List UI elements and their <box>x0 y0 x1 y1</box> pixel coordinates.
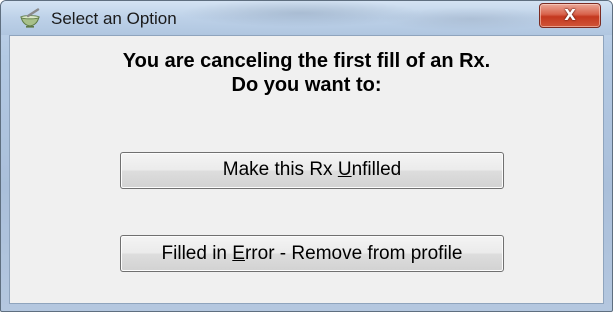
remove-from-profile-button[interactable]: Filled in Error - Remove from profile <box>120 235 504 272</box>
dialog-window: Select an Option X You are canceling the… <box>0 0 613 312</box>
dialog-body: You are canceling the first fill of an R… <box>9 35 604 304</box>
title-bar[interactable]: Select an Option X <box>1 1 612 35</box>
make-unfilled-label: Make this Rx Unfilled <box>222 159 402 180</box>
close-icon: X <box>564 6 576 24</box>
mortar-pestle-icon <box>20 8 40 28</box>
prompt-line-1: You are canceling the first fill of an R… <box>122 50 491 72</box>
make-unfilled-button[interactable]: Make this Rx Unfilled <box>120 152 504 189</box>
prompt-message: You are canceling the first fill of an R… <box>10 49 603 97</box>
remove-from-profile-label: Filled in Error - Remove from profile <box>161 243 463 264</box>
prompt-line-2: Do you want to: <box>231 74 382 96</box>
close-button[interactable]: X <box>539 3 601 28</box>
window-title: Select an Option <box>51 9 177 28</box>
